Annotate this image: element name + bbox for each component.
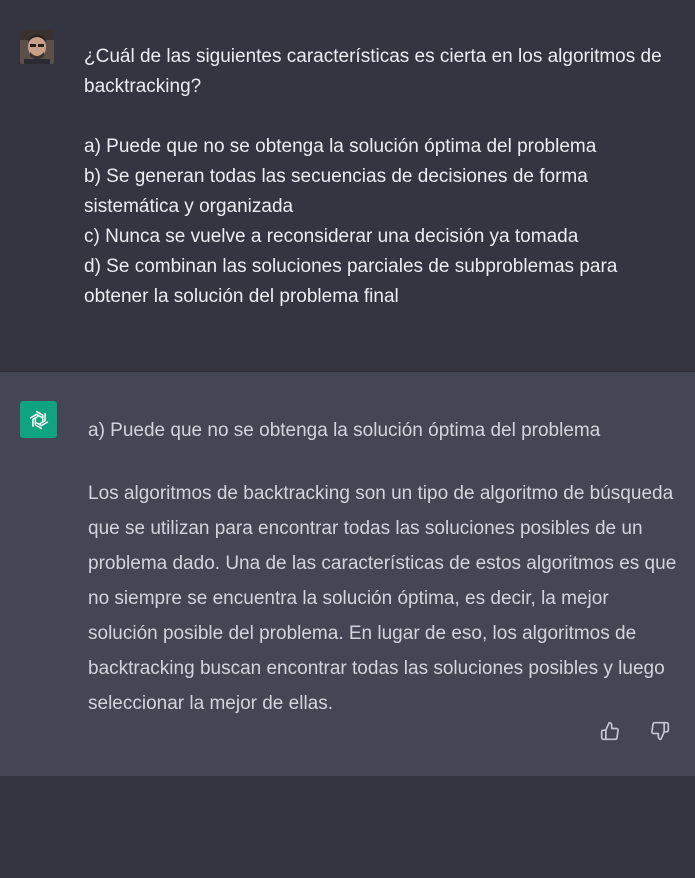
user-message: ¿Cuál de las siguientes características … <box>0 0 695 372</box>
question-text: ¿Cuál de las siguientes características … <box>84 46 662 97</box>
openai-logo-icon <box>20 401 57 438</box>
user-avatar <box>20 30 54 64</box>
option-d: d) Se combinan las soluciones parciales … <box>84 256 618 307</box>
user-message-text: ¿Cuál de las siguientes características … <box>84 42 684 312</box>
empty-area <box>0 776 695 878</box>
thumbs-down-icon <box>651 721 670 741</box>
answer-text: a) Puede que no se obtenga la solución ó… <box>88 420 601 441</box>
thumbs-up-icon <box>600 721 619 741</box>
option-b: b) Se generan todas las secuencias de de… <box>84 166 588 217</box>
explanation-text: Los algoritmos de backtracking son un ti… <box>88 483 677 714</box>
thumbs-down-button[interactable] <box>649 720 671 742</box>
option-c: c) Nunca se vuelve a reconsiderar una de… <box>84 226 579 247</box>
assistant-message-text: a) Puede que no se obtenga la solución ó… <box>88 416 683 721</box>
option-a: a) Puede que no se obtenga la solución ó… <box>84 136 597 157</box>
thumbs-up-button[interactable] <box>599 720 621 742</box>
